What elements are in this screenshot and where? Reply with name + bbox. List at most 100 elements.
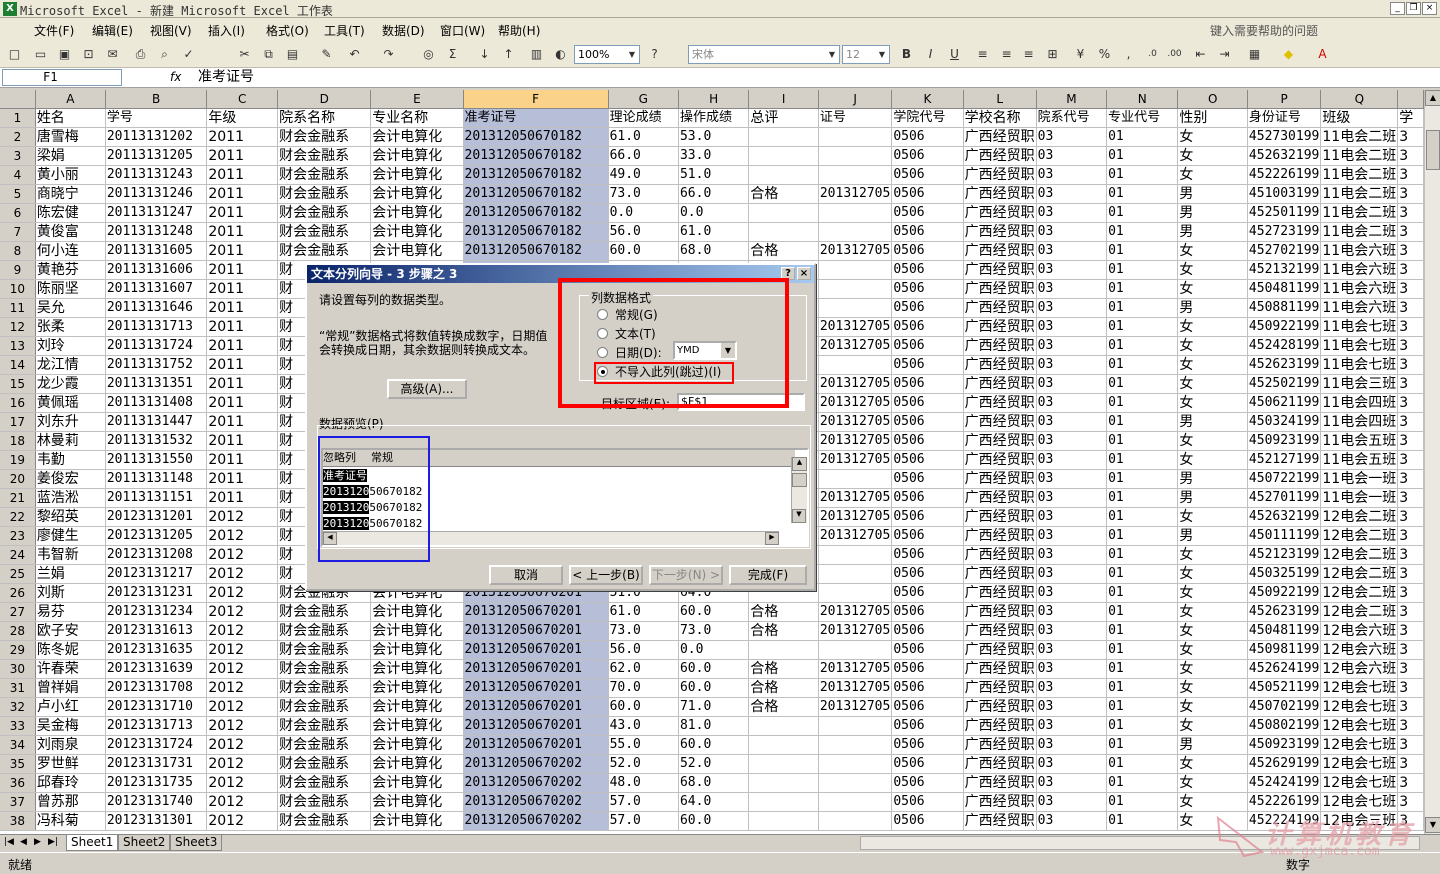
cell[interactable]: 53.0 (678, 127, 750, 147)
cell[interactable]: 20123131639 (105, 659, 208, 679)
cell[interactable]: 会计电算化 (370, 127, 464, 147)
cell[interactable]: 会计电算化 (370, 241, 464, 261)
cell[interactable] (748, 792, 819, 812)
cell[interactable]: 财会金融系 (277, 184, 372, 204)
cell[interactable]: 03 (1036, 583, 1108, 603)
cell[interactable]: 3 (1397, 412, 1424, 432)
cell[interactable]: 201312705 (818, 184, 893, 204)
cell[interactable]: 财会金融系 (277, 754, 372, 774)
cell[interactable]: 201312705 (818, 336, 893, 356)
cell[interactable]: 0506 (891, 735, 964, 755)
cell[interactable]: 20113131752 (105, 355, 208, 375)
cell[interactable]: 廖健生 (35, 526, 106, 546)
autosum-icon[interactable]: Σ (444, 46, 461, 63)
cell[interactable]: 刘雨泉 (35, 735, 106, 755)
cell[interactable]: 2012 (206, 659, 279, 679)
cell[interactable]: 68.0 (678, 773, 750, 793)
cell[interactable]: 55.0 (608, 735, 679, 755)
cell[interactable]: 蓝浩淞 (35, 488, 106, 508)
cell[interactable]: 450923199 (1247, 735, 1322, 755)
cell[interactable]: 81.0 (678, 716, 750, 736)
cell[interactable]: 12电会二班 (1320, 526, 1399, 546)
cell[interactable]: 冯科菊 (35, 811, 106, 831)
cell[interactable]: 3 (1397, 602, 1424, 622)
cell[interactable]: 总评 (748, 108, 819, 128)
cell[interactable]: 11电会二班 (1320, 146, 1399, 166)
cell[interactable]: 68.0 (678, 241, 750, 261)
cell[interactable]: 01 (1106, 450, 1179, 470)
cell[interactable]: 吴允 (35, 298, 106, 318)
cell[interactable]: 01 (1106, 431, 1179, 451)
cell[interactable]: 女 (1177, 640, 1248, 660)
cell[interactable]: 3 (1397, 754, 1424, 774)
cell[interactable]: 201312050670201 (463, 678, 609, 698)
cell[interactable]: 03 (1036, 184, 1108, 204)
cell[interactable]: 201312050670201 (463, 640, 609, 660)
cell[interactable]: 201312705 (818, 317, 893, 337)
cell[interactable]: 71.0 (678, 697, 750, 717)
cell[interactable]: 广西经贸职 (963, 412, 1037, 432)
cell[interactable]: 会计电算化 (370, 754, 464, 774)
cell[interactable]: 20113131606 (105, 260, 208, 280)
cell[interactable]: 201312050670182 (463, 203, 609, 223)
cell[interactable]: 财会金融系 (277, 811, 372, 831)
cell[interactable]: 03 (1036, 602, 1108, 622)
cell[interactable]: 12电会六班 (1320, 659, 1399, 679)
cell[interactable]: 会计电算化 (370, 659, 464, 679)
cell[interactable]: 450702199 (1247, 697, 1322, 717)
row-header[interactable]: 13 (0, 336, 36, 356)
row-header[interactable]: 4 (0, 165, 36, 185)
column-header-J[interactable]: J (818, 90, 893, 109)
cell[interactable]: 20123131731 (105, 754, 208, 774)
cell[interactable]: 0506 (891, 298, 964, 318)
cell[interactable]: 01 (1106, 545, 1179, 565)
cell[interactable]: 201312705 (818, 697, 893, 717)
cell[interactable]: 73.0 (608, 184, 679, 204)
cell[interactable]: 男 (1177, 298, 1248, 318)
drawing-icon[interactable]: ◐ (552, 46, 569, 63)
cell[interactable]: 0506 (891, 260, 964, 280)
cell[interactable]: 450923199 (1247, 431, 1322, 451)
cell[interactable]: 03 (1036, 564, 1108, 584)
cell[interactable]: 广西经贸职 (963, 811, 1037, 831)
cell[interactable] (818, 298, 893, 318)
cell[interactable]: 01 (1106, 317, 1179, 337)
cell[interactable]: 201312050670182 (463, 241, 609, 261)
cell[interactable]: 会计电算化 (370, 735, 464, 755)
increase-decimal-icon[interactable]: .0 (1144, 46, 1161, 63)
cell[interactable]: 广西经贸职 (963, 792, 1037, 812)
cell[interactable]: 广西经贸职 (963, 469, 1037, 489)
cell[interactable]: 2012 (206, 811, 279, 831)
cell[interactable]: 20113131646 (105, 298, 208, 318)
cell[interactable]: 院系代号 (1036, 108, 1108, 128)
cell[interactable]: 3 (1397, 203, 1424, 223)
cell[interactable]: 男 (1177, 488, 1248, 508)
cell[interactable]: 女 (1177, 260, 1248, 280)
row-header[interactable]: 12 (0, 317, 36, 337)
cell[interactable] (818, 279, 893, 299)
cell[interactable]: 财会金融系 (277, 716, 372, 736)
cell[interactable]: 0506 (891, 355, 964, 375)
cell[interactable]: 452132199 (1247, 260, 1322, 280)
cell[interactable]: 0506 (891, 564, 964, 584)
cell[interactable]: 452424199 (1247, 773, 1322, 793)
sheet-tab-sheet2[interactable]: Sheet2 (118, 835, 171, 851)
cell[interactable]: 201312705 (818, 393, 893, 413)
cell[interactable]: 60.0 (678, 659, 750, 679)
column-header-C[interactable]: C (206, 90, 279, 109)
cell[interactable]: 广西经贸职 (963, 393, 1037, 413)
cell[interactable]: 会计电算化 (370, 678, 464, 698)
cell[interactable]: 03 (1036, 279, 1108, 299)
cell[interactable]: 12电会二班 (1320, 545, 1399, 565)
cell[interactable]: 刘玲 (35, 336, 106, 356)
cell[interactable]: 2011 (206, 203, 279, 223)
cell[interactable]: 0506 (891, 773, 964, 793)
cell[interactable]: 60.0 (608, 697, 679, 717)
cell[interactable] (748, 735, 819, 755)
cell[interactable]: 会计电算化 (370, 222, 464, 242)
cell[interactable]: 11电会二班 (1320, 127, 1399, 147)
cell[interactable]: 62.0 (608, 659, 679, 679)
column-header-F[interactable]: F (463, 90, 609, 109)
cell[interactable]: 20113131243 (105, 165, 208, 185)
cell[interactable]: 学院代号 (891, 108, 964, 128)
